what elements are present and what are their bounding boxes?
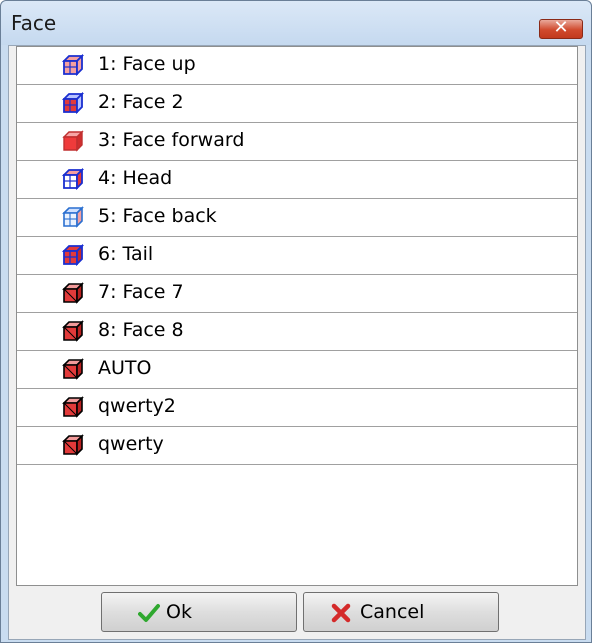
cube-red-icon [62,396,84,418]
list-item[interactable]: 1: Face up [17,47,577,85]
title-bar: Face ✕ [1,1,591,45]
cancel-button-label: Cancel [360,601,425,623]
cube-face-back-icon [62,206,84,228]
cube-face-2-icon [62,92,84,114]
cube-red-icon [62,434,84,456]
close-icon: ✕ [553,17,569,38]
list-item-label: 7: Face 7 [98,281,184,303]
list-item-label: 2: Face 2 [98,91,184,113]
list-item[interactable]: 4: Head [17,161,577,199]
list-item[interactable]: 3: Face forward [17,123,577,161]
list-item[interactable]: qwerty [17,427,577,465]
cube-face-forward-icon [62,130,84,152]
cube-red-icon [62,358,84,380]
cancel-button[interactable]: Cancel [303,592,499,632]
window-title: Face [11,11,57,35]
list-item[interactable]: qwerty2 [17,389,577,427]
list-item-label: qwerty [98,433,164,455]
list-item-label: 8: Face 8 [98,319,184,341]
list-item-label: qwerty2 [98,395,176,417]
list-item[interactable]: AUTO [17,351,577,389]
face-dialog: Face ✕ 1: Face up 2: Face 2 3: Face forw… [0,0,592,643]
list-item[interactable]: 6: Tail [17,237,577,275]
cube-face-up-icon [62,54,84,76]
face-list[interactable]: 1: Face up 2: Face 2 3: Face forward 4: … [16,46,578,586]
list-item-label: 6: Tail [98,243,154,265]
close-button[interactable]: ✕ [539,17,583,39]
list-item[interactable]: 2: Face 2 [17,85,577,123]
ok-button[interactable]: Ok [101,592,297,632]
list-item-label: 5: Face back [98,205,217,227]
list-item-label: 4: Head [98,167,173,189]
cube-red-icon [62,320,84,342]
dialog-body: 1: Face up 2: Face 2 3: Face forward 4: … [8,45,586,640]
list-item-label: 3: Face forward [98,129,245,151]
checkmark-icon [138,604,160,622]
list-item[interactable]: 5: Face back [17,199,577,237]
list-item[interactable]: 7: Face 7 [17,275,577,313]
cube-head-icon [62,168,84,190]
cube-red-icon [62,282,84,304]
cube-tail-icon [62,244,84,266]
ok-button-label: Ok [166,601,192,623]
list-item[interactable]: 8: Face 8 [17,313,577,351]
list-item-label: 1: Face up [98,53,196,75]
list-item-label: AUTO [98,357,152,379]
red-x-icon [331,603,351,623]
